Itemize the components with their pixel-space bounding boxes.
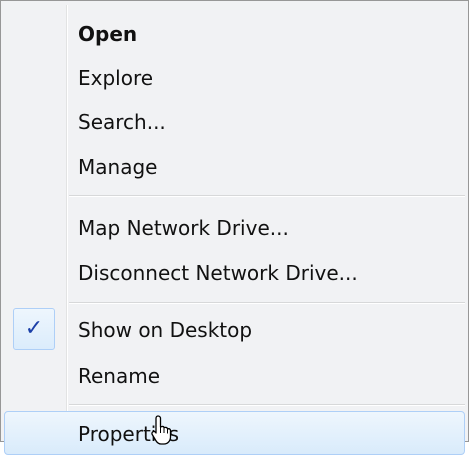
menu-item-label: Manage xyxy=(78,155,158,179)
menu-item-open[interactable]: Open xyxy=(4,11,465,57)
menu-item-rename[interactable]: Rename xyxy=(4,353,465,399)
pointer-cursor-icon xyxy=(151,415,172,445)
menu-item-disconnect-network-drive[interactable]: Disconnect Network Drive... xyxy=(4,250,465,296)
menu-item-label: Rename xyxy=(78,364,161,388)
menu-item-manage[interactable]: Manage xyxy=(4,144,465,190)
menu-separator xyxy=(69,302,465,304)
context-menu: Open Explore Search... Manage Map Networ… xyxy=(0,0,469,455)
menu-item-label: Search... xyxy=(78,110,166,134)
menu-item-label: Open xyxy=(78,22,138,46)
menu-item-explore[interactable]: Explore xyxy=(4,55,465,101)
menu-item-label: Map Network Drive... xyxy=(78,216,289,240)
menu-separator xyxy=(69,195,465,197)
menu-item-properties[interactable]: Properties xyxy=(4,411,465,455)
menu-item-search[interactable]: Search... xyxy=(4,99,465,145)
menu-item-label: Show on Desktop xyxy=(78,318,253,342)
menu-item-label: Disconnect Network Drive... xyxy=(78,261,358,285)
menu-item-label: Explore xyxy=(78,66,154,90)
menu-item-map-network-drive[interactable]: Map Network Drive... xyxy=(4,205,465,251)
menu-item-show-on-desktop[interactable]: Show on Desktop xyxy=(4,307,465,353)
menu-separator xyxy=(69,404,465,406)
